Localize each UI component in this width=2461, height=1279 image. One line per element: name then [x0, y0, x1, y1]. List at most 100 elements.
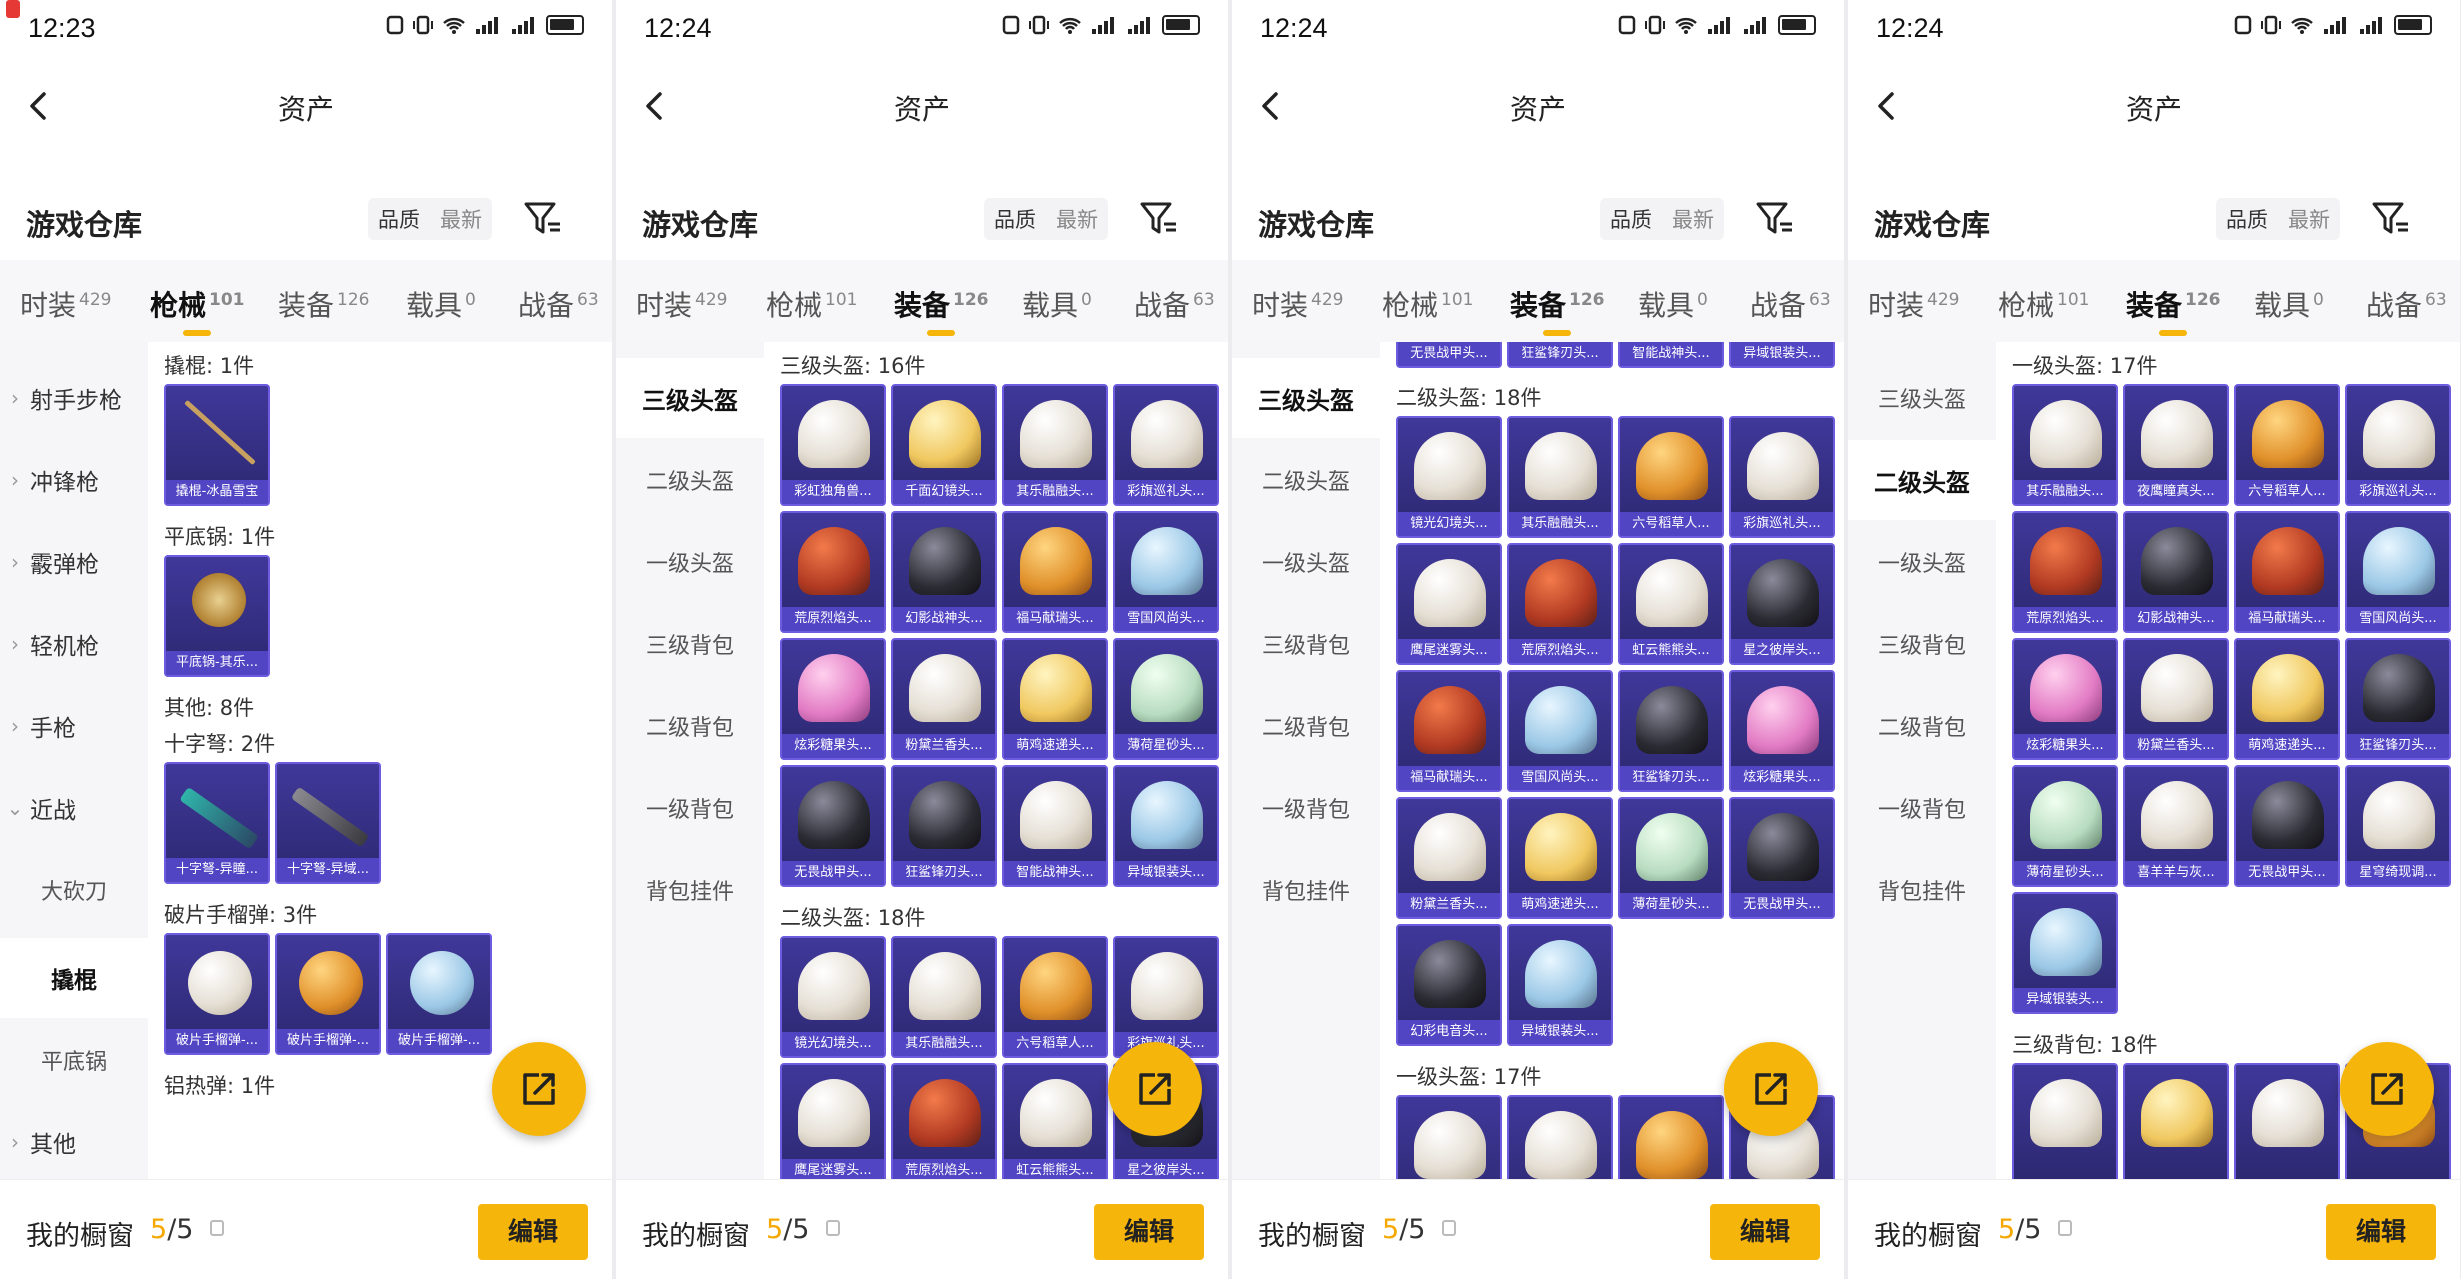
item-card[interactable]: 彩旗巡礼头... [1113, 936, 1219, 1058]
sort-latest-option[interactable]: 最新 [2278, 204, 2340, 234]
edit-button[interactable]: 编辑 [2326, 1204, 2436, 1260]
sidebar-item[interactable]: 一级头盔 [1848, 522, 1996, 602]
tab-4[interactable]: 战备 63 [1750, 284, 1831, 324]
sort-quality-option[interactable]: 品质 [1600, 204, 1662, 234]
item-card[interactable]: 幻彩电音头... [1396, 924, 1502, 1046]
item-card[interactable]: 其乐融融头... [1507, 416, 1613, 538]
sidebar-item[interactable]: › 轻机枪 [0, 604, 148, 684]
sort-quality-option[interactable]: 品质 [368, 204, 430, 234]
edit-button[interactable]: 编辑 [1094, 1204, 1204, 1260]
sidebar-item[interactable]: 一级头盔 [616, 522, 764, 602]
item-card[interactable] [1507, 1095, 1613, 1179]
sidebar-item[interactable]: › 射手步枪 [0, 358, 148, 438]
tab-3[interactable]: 载具 0 [406, 284, 476, 324]
sidebar-item[interactable]: 三级头盔 [616, 358, 764, 438]
item-card[interactable]: 破片手榴弹-... [275, 933, 381, 1055]
filter-icon[interactable] [2370, 200, 2410, 238]
item-card[interactable]: 无畏战甲头... [780, 765, 886, 887]
item-card[interactable]: 炫彩糖果头... [780, 638, 886, 760]
sidebar-item[interactable]: 二级头盔 [616, 440, 764, 520]
item-card[interactable]: 智能战神头... [1618, 342, 1724, 368]
item-card[interactable] [2234, 1063, 2340, 1179]
sort-latest-option[interactable]: 最新 [1662, 204, 1724, 234]
sidebar-item[interactable]: 一级背包 [1848, 768, 1996, 848]
item-card[interactable]: 薄荷星砂头... [1113, 638, 1219, 760]
item-card[interactable] [1396, 1095, 1502, 1179]
sidebar-item[interactable]: 背包挂件 [1232, 850, 1380, 930]
tab-1[interactable]: 枪械 101 [1382, 284, 1473, 324]
item-card[interactable]: 夜鹰瞳真头... [2123, 384, 2229, 506]
item-card[interactable]: 撬棍-冰晶雪宝 [164, 384, 270, 506]
tab-4[interactable]: 战备 63 [2366, 284, 2447, 324]
item-card[interactable]: 其乐融融头... [2012, 384, 2118, 506]
sidebar-item[interactable]: 一级背包 [1232, 768, 1380, 848]
sort-quality-option[interactable]: 品质 [984, 204, 1046, 234]
item-card[interactable]: 异域银装头... [2012, 892, 2118, 1014]
item-card[interactable]: 福马献瑞头... [1396, 670, 1502, 792]
tab-1[interactable]: 枪械 101 [766, 284, 857, 324]
item-card[interactable]: 荒原烈焰头... [891, 1063, 997, 1179]
item-card[interactable]: 彩旗巡礼头... [1729, 416, 1835, 538]
sort-latest-option[interactable]: 最新 [1046, 204, 1108, 234]
item-card[interactable]: 狂鲨锋刃头... [2345, 638, 2451, 760]
share-fab-button[interactable] [2340, 1042, 2434, 1136]
item-card[interactable]: 异域银装头... [1507, 924, 1613, 1046]
item-card[interactable]: 其乐融融头... [1002, 384, 1108, 506]
item-card[interactable]: 雪国风尚头... [1507, 670, 1613, 792]
item-card[interactable]: 六号稻草人... [1618, 416, 1724, 538]
filter-icon[interactable] [522, 200, 562, 238]
sidebar-item[interactable]: › 手枪 [0, 686, 148, 766]
item-card[interactable]: 福马献瑞头... [2234, 511, 2340, 633]
item-card[interactable] [2123, 1063, 2229, 1179]
tab-3[interactable]: 载具 0 [1638, 284, 1708, 324]
item-card[interactable]: 萌鸡速递头... [2234, 638, 2340, 760]
item-card[interactable]: 十字弩-异瞳... [164, 762, 270, 884]
tab-4[interactable]: 战备 63 [518, 284, 599, 324]
item-card[interactable] [1618, 1095, 1724, 1179]
item-card[interactable]: 无畏战甲头... [1729, 797, 1835, 919]
tab-4[interactable]: 战备 63 [1134, 284, 1215, 324]
item-card[interactable]: 千面幻镜头... [891, 384, 997, 506]
item-card[interactable]: 十字弩-异域... [275, 762, 381, 884]
sidebar-item[interactable]: 二级头盔 [1232, 440, 1380, 520]
item-card[interactable]: 狂鲨锋刃头... [891, 765, 997, 887]
item-card[interactable]: 异域银装头... [1113, 765, 1219, 887]
sort-quality-option[interactable]: 品质 [2216, 204, 2278, 234]
item-card[interactable]: 粉黛兰香头... [2123, 638, 2229, 760]
sidebar-item[interactable]: 三级头盔 [1232, 358, 1380, 438]
item-card[interactable]: 荒原烈焰头... [780, 511, 886, 633]
item-card[interactable]: 无畏战甲头... [2234, 765, 2340, 887]
filter-icon[interactable] [1138, 200, 1178, 238]
tab-3[interactable]: 载具 0 [1022, 284, 1092, 324]
sidebar-item[interactable]: › 霰弹枪 [0, 522, 148, 602]
item-card[interactable]: 其乐融融头... [891, 936, 997, 1058]
sidebar-item[interactable]: 三级背包 [616, 604, 764, 684]
tab-0[interactable]: 时装 429 [1868, 284, 1959, 324]
item-card[interactable]: 彩旗巡礼头... [1113, 384, 1219, 506]
item-card[interactable]: 彩虹独角兽... [780, 384, 886, 506]
sidebar-item[interactable]: 平底锅 [0, 1020, 148, 1100]
item-card[interactable]: 鹰尾迷雾头... [780, 1063, 886, 1179]
item-card[interactable]: 虹云熊熊头... [1002, 1063, 1108, 1179]
sidebar-item[interactable]: 大砍刀 [0, 850, 148, 930]
share-fab-button[interactable] [1108, 1042, 1202, 1136]
sidebar-item[interactable]: 三级背包 [1848, 604, 1996, 684]
share-fab-button[interactable] [1724, 1042, 1818, 1136]
item-card[interactable]: 六号稻草人... [2234, 384, 2340, 506]
item-card[interactable]: 狂鲨锋刃头... [1618, 670, 1724, 792]
sidebar-item[interactable]: 三级头盔 [1848, 358, 1996, 438]
item-card[interactable]: 虹云熊熊头... [1618, 543, 1724, 665]
filter-icon[interactable] [1754, 200, 1794, 238]
item-card[interactable]: 薄荷星砂头... [2012, 765, 2118, 887]
item-card[interactable]: 荒原烈焰头... [2012, 511, 2118, 633]
sidebar-item[interactable]: 撬棍 [0, 938, 148, 1018]
item-card[interactable]: 荒原烈焰头... [1507, 543, 1613, 665]
sidebar-item[interactable]: 一级背包 [616, 768, 764, 848]
sidebar-item[interactable]: › 其他 [0, 1102, 148, 1182]
item-card[interactable]: 平底锅-其乐... [164, 555, 270, 677]
item-card[interactable]: 粉黛兰香头... [891, 638, 997, 760]
item-card[interactable]: 幻影战神头... [2123, 511, 2229, 633]
edit-button[interactable]: 编辑 [1710, 1204, 1820, 1260]
item-card[interactable]: 破片手榴弹-... [386, 933, 492, 1055]
item-card[interactable]: 镜光幻境头... [1396, 416, 1502, 538]
